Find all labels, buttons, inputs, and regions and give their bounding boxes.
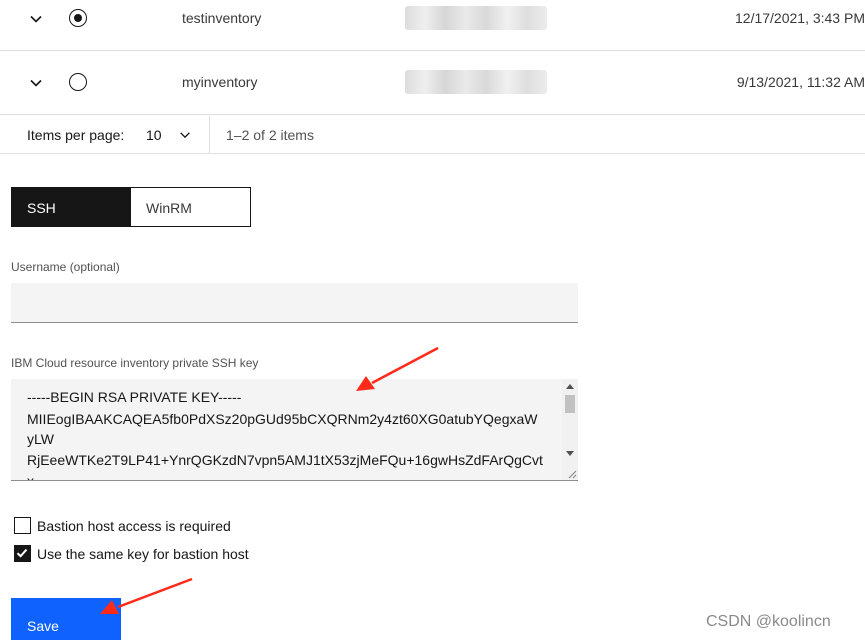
pagination-range: 1–2 of 2 items <box>226 127 314 143</box>
ssh-key-line: RjEeeWTKe2T9LP41+YnrQGKzdN7vpn5AMJ1tX53z… <box>27 452 543 468</box>
row-radio-button[interactable] <box>69 73 87 91</box>
row-radio-button[interactable] <box>69 9 87 27</box>
tab-ssh[interactable]: SSH <box>12 188 131 226</box>
pagination-bar: Items per page: 10 1–2 of 2 items <box>0 116 865 154</box>
bastion-required-label: Bastion host access is required <box>37 518 231 534</box>
divider <box>209 116 210 154</box>
ssh-key-line: yLW <box>27 431 54 447</box>
items-per-page-select[interactable]: 10 <box>146 127 162 143</box>
checkmark-icon <box>16 548 28 558</box>
ssh-key-line: -----BEGIN RSA PRIVATE KEY----- <box>27 389 242 405</box>
save-button[interactable]: Save <box>11 598 121 640</box>
ssh-key-line: x <box>27 473 34 481</box>
created-date: 12/17/2021, 3:43 PM <box>735 10 865 26</box>
username-label: Username (optional) <box>11 260 120 274</box>
chevron-down-icon[interactable] <box>28 11 44 27</box>
bastion-required-checkbox[interactable] <box>14 517 31 534</box>
chevron-down-icon[interactable] <box>28 75 44 91</box>
chevron-down-icon[interactable] <box>178 128 192 142</box>
username-input[interactable] <box>11 283 578 323</box>
tab-winrm[interactable]: WinRM <box>131 188 250 226</box>
table-row[interactable]: myinventory 9/13/2021, 11:32 AM <box>0 51 865 115</box>
inventory-name: testinventory <box>182 10 262 26</box>
protocol-switcher: SSH WinRM <box>11 187 251 227</box>
ssh-key-textarea[interactable]: -----BEGIN RSA PRIVATE KEY----- MIIEogIB… <box>11 379 578 481</box>
ssh-key-line: MIIEogIBAAKCAQEA5fb0PdXSz20pGUd95bCXQRNm… <box>27 411 538 427</box>
items-per-page-label: Items per page: <box>27 127 125 143</box>
resize-grip-icon[interactable] <box>565 467 577 479</box>
scroll-down-icon[interactable] <box>566 451 574 456</box>
scrollbar-thumb[interactable] <box>565 395 575 413</box>
same-key-checkbox[interactable] <box>14 545 31 562</box>
scroll-up-icon[interactable] <box>566 384 574 389</box>
scrollbar[interactable] <box>562 379 578 480</box>
table-row[interactable]: testinventory 12/17/2021, 3:43 PM <box>0 0 865 51</box>
redacted-field <box>405 6 547 30</box>
inventory-name: myinventory <box>182 74 258 90</box>
redacted-field <box>405 70 547 94</box>
watermark: CSDN @koolincn <box>706 613 831 630</box>
ssh-key-label: IBM Cloud resource inventory private SSH… <box>11 356 259 370</box>
created-date: 9/13/2021, 11:32 AM <box>736 74 865 90</box>
same-key-label: Use the same key for bastion host <box>37 546 249 562</box>
